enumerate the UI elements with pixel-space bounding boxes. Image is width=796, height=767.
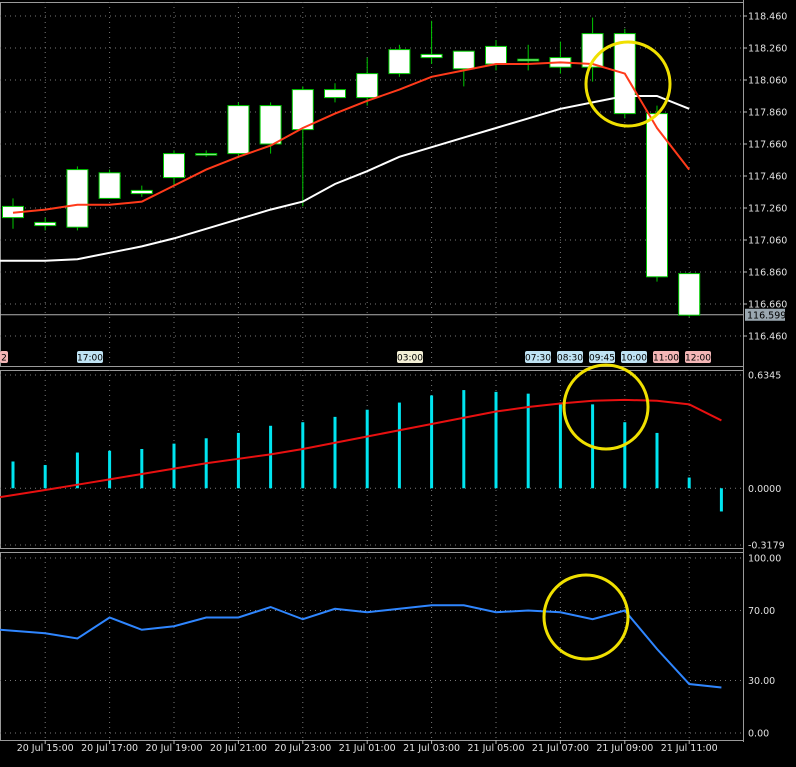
y-tick-label: 0.00 xyxy=(748,729,769,740)
y-tick-label: 118.460 xyxy=(748,12,787,23)
macd-bar xyxy=(108,450,112,489)
x-tick-label: 21 Jul 03:00 xyxy=(403,743,460,754)
candle-body xyxy=(356,73,379,99)
time-marker-label: 08:30 xyxy=(557,354,583,364)
y-tick-label: 117.060 xyxy=(748,236,787,247)
macd-bar xyxy=(430,395,434,489)
y-tick-label: 30.00 xyxy=(748,676,775,687)
macd-histogram xyxy=(11,390,723,512)
oscillator-line xyxy=(0,604,722,689)
x-tick-label: 20 Jul 17:00 xyxy=(81,743,138,754)
y-tick-label: 0.0000 xyxy=(748,484,781,495)
time-marker-label: 09:45 xyxy=(589,354,615,364)
macd-bar xyxy=(11,461,15,489)
y-tick-label: 116.460 xyxy=(748,332,787,343)
x-tick-label: 20 Jul 23:00 xyxy=(274,743,331,754)
macd-bar xyxy=(655,432,659,489)
time-marker-label: 12:00 xyxy=(685,354,711,364)
x-tick-label: 20 Jul 19:00 xyxy=(146,743,203,754)
time-marker-label: 07:30 xyxy=(525,354,551,364)
time-marker-label: 11:00 xyxy=(653,354,679,364)
y-tick-label: 0.6345 xyxy=(748,371,781,382)
y-tick-label: 117.860 xyxy=(748,108,787,119)
time-marker-label: 10:00 xyxy=(621,354,647,364)
macd-bar xyxy=(365,409,369,489)
y-tick-label: 70.00 xyxy=(748,606,775,617)
x-tick-label: 21 Jul 01:00 xyxy=(339,743,396,754)
y-tick-label: 117.460 xyxy=(748,172,787,183)
x-tick-label: 21 Jul 11:00 xyxy=(661,743,718,754)
y-tick-label: 117.260 xyxy=(748,204,787,215)
candle-body xyxy=(227,105,250,155)
candle-body xyxy=(163,153,185,179)
candle-body xyxy=(98,172,121,199)
macd-bar xyxy=(43,465,47,489)
x-tick-label: 21 Jul 09:00 xyxy=(596,743,653,754)
y-tick-label: 100.00 xyxy=(748,554,781,565)
time-marker-label: 2 xyxy=(1,354,7,364)
macd-bar xyxy=(333,416,337,489)
candle-body xyxy=(452,50,475,70)
pane-frame xyxy=(0,370,744,549)
macd-bar xyxy=(462,390,466,489)
macd-bar xyxy=(236,432,240,489)
candle-body xyxy=(388,49,411,75)
macd-bar xyxy=(719,488,723,512)
candle-body xyxy=(420,53,443,59)
macd-bar xyxy=(75,452,79,489)
time-marker-label: 03:00 xyxy=(397,354,423,364)
candle-body xyxy=(678,273,701,316)
macd-bar xyxy=(494,391,498,489)
candle-body xyxy=(291,89,314,131)
chart-canvas[interactable]: 118.460 118.260 118.060 117.860 117.660 117.4… xyxy=(0,0,796,763)
x-tick-label: 21 Jul 05:00 xyxy=(468,743,525,754)
candle-body xyxy=(517,58,540,62)
current-price-label: 116.599 xyxy=(747,310,786,321)
candle-body xyxy=(324,89,346,99)
y-tick-label: 116.860 xyxy=(748,268,787,279)
macd-bar xyxy=(558,402,562,489)
macd-bar xyxy=(172,443,176,489)
candle-body xyxy=(130,189,153,195)
y-tick-label: 117.660 xyxy=(748,140,787,151)
macd-bar xyxy=(397,402,401,489)
y-tick-label: 118.260 xyxy=(748,44,787,55)
time-marker-label: 17:00 xyxy=(77,354,103,364)
candle-body xyxy=(485,45,507,65)
y-tick-label: -0.3179 xyxy=(748,541,785,552)
y-tick-label: 118.060 xyxy=(748,76,787,87)
pane-frame xyxy=(0,552,744,741)
macd-bar xyxy=(269,425,273,489)
chart-window: 118.460 118.260 118.060 117.860 117.660 117.4… xyxy=(0,0,796,763)
candle-body xyxy=(66,169,89,228)
candle-body xyxy=(195,153,218,156)
macd-bar xyxy=(301,422,305,489)
x-tick-label: 20 Jul 15:00 xyxy=(17,743,74,754)
x-tick-label: 20 Jul 21:00 xyxy=(210,743,267,754)
macd-bar xyxy=(140,448,144,489)
macd-bar xyxy=(687,477,691,489)
macd-bar xyxy=(623,422,627,489)
candle-body xyxy=(259,105,282,145)
x-tick-label: 21 Jul 07:00 xyxy=(532,743,589,754)
candle-body xyxy=(34,221,57,227)
highlight-circle xyxy=(562,363,650,451)
